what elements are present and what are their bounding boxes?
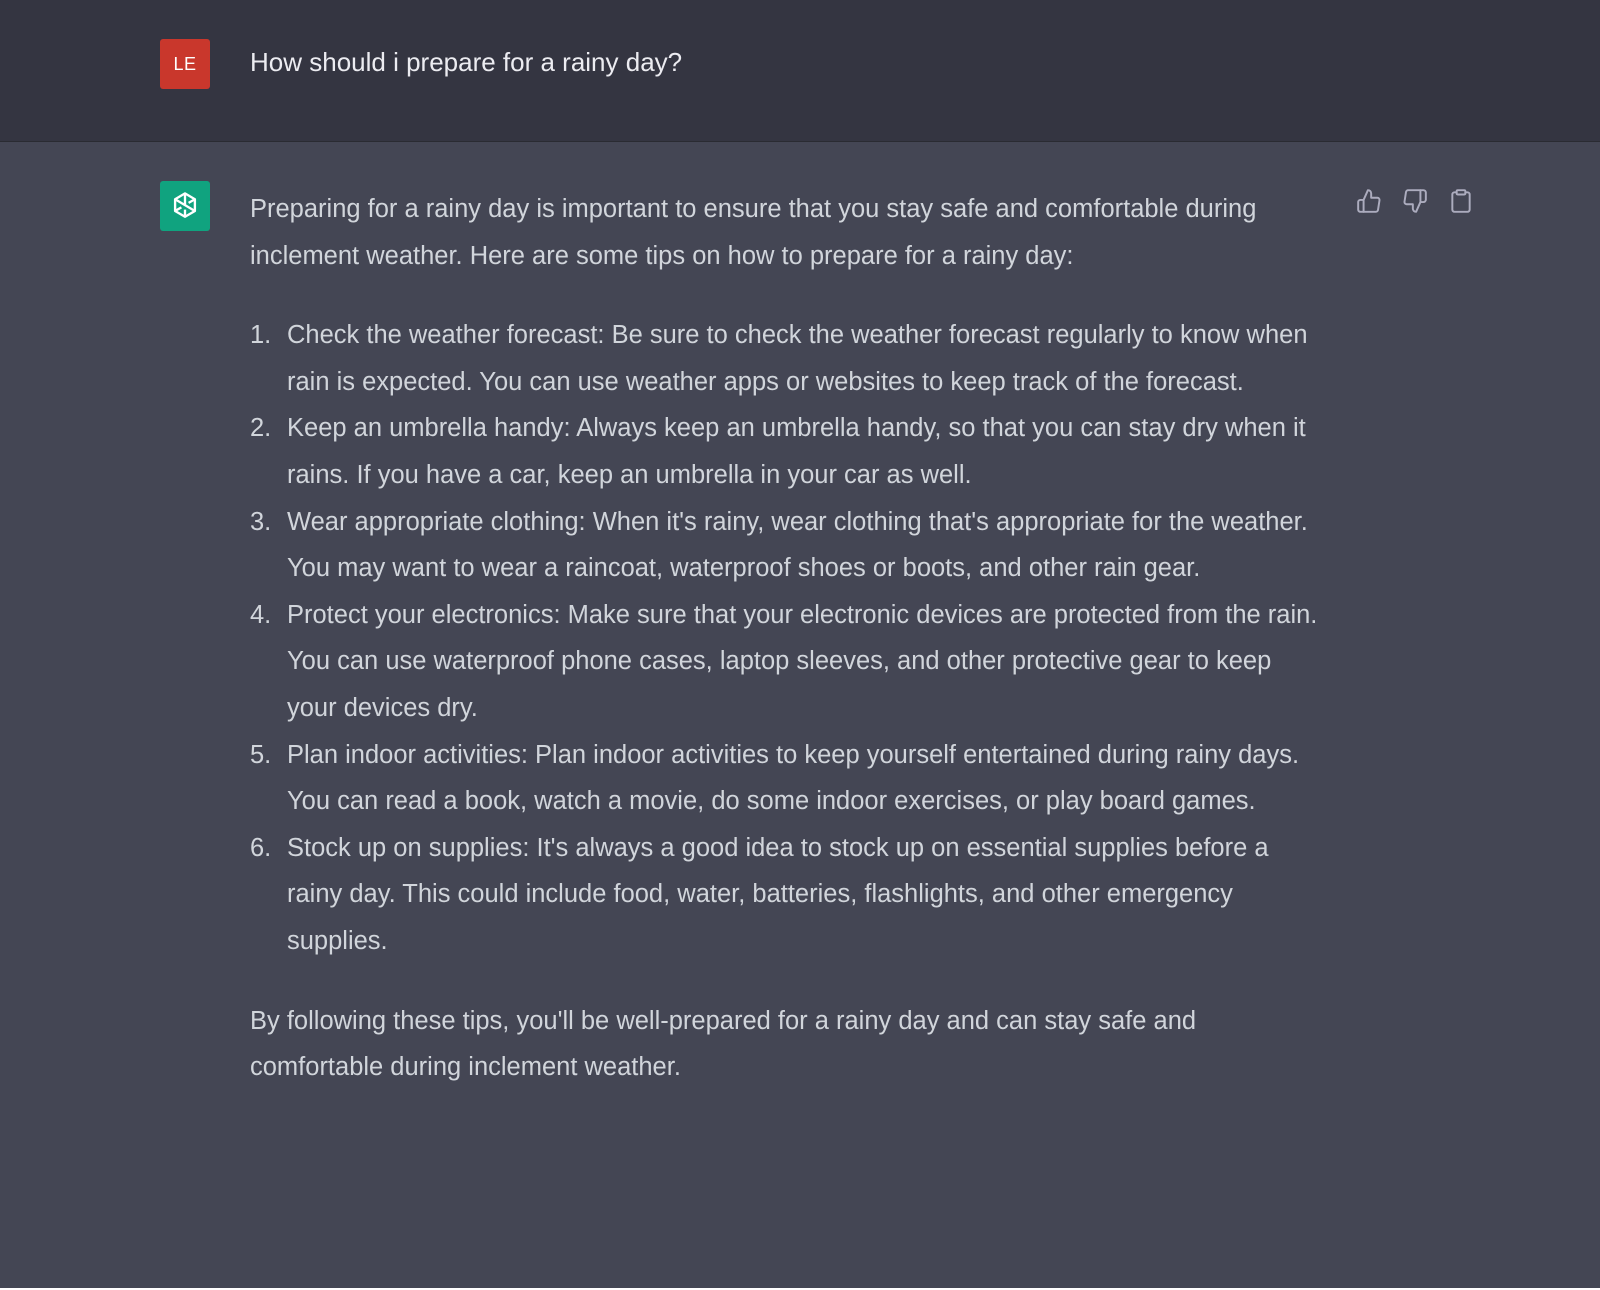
assistant-message-row: Preparing for a rainy day is important t… <box>0 142 1600 1288</box>
list-item: 3. Wear appropriate clothing: When it's r… <box>250 499 1325 592</box>
openai-logo-icon <box>173 192 197 218</box>
thumbs-down-button[interactable] <box>1401 186 1429 216</box>
tips-list: 1. Check the weather forecast: Be sure to… <box>250 312 1325 964</box>
list-item-number: 5. <box>250 740 272 769</box>
list-item: 6. Stock up on supplies: It's always a go… <box>250 825 1325 965</box>
list-item-text: Keep an umbrella handy: Always keep an u… <box>287 414 1306 489</box>
list-item-text: Check the weather forecast: Be sure to c… <box>287 321 1308 396</box>
thumbs-up-button[interactable] <box>1355 186 1383 216</box>
chat-page: LE How should i prepare for a rainy day?… <box>0 0 1600 1290</box>
list-item-text: Plan indoor activities: Plan indoor acti… <box>287 740 1300 816</box>
list-item-text: Stock up on supplies: It's always a good… <box>287 833 1269 955</box>
list-item-number: 2. <box>250 414 272 443</box>
clipboard-icon <box>1451 189 1471 213</box>
list-item-number: 1. <box>250 321 272 350</box>
message-actions <box>1355 186 1475 216</box>
list-item-number: 6. <box>250 833 272 862</box>
list-item-number: 4. <box>250 600 272 629</box>
list-item: 2. Keep an umbrella handy: Always keep an… <box>250 405 1325 498</box>
list-item-text: Wear appropriate clothing: When it's rai… <box>287 507 1308 583</box>
user-message-text: How should i prepare for a rainy day? <box>250 47 683 77</box>
list-item: 5. Plan indoor activities: Plan indoor ac… <box>250 732 1325 825</box>
user-avatar: LE <box>160 39 210 89</box>
list-item: 4. Protect your electronics: Make sure th… <box>250 592 1325 732</box>
list-item-text: Protect your electronics: Make sure that… <box>287 600 1318 722</box>
thumbs-down-icon <box>1403 189 1427 213</box>
assistant-answer: Preparing for a rainy day is important t… <box>250 186 1325 1091</box>
list-item: 1. Check the weather forecast: Be sure to… <box>250 312 1325 405</box>
answer-conclusion: By following these tips, you'll be well-… <box>250 1006 1197 1082</box>
copy-button[interactable] <box>1447 186 1475 216</box>
thumbs-up-icon <box>1357 189 1381 213</box>
user-avatar-initials: LE <box>173 53 197 74</box>
assistant-avatar <box>160 181 210 231</box>
list-item-number: 3. <box>250 507 272 536</box>
user-message-row: LE How should i prepare for a rainy day? <box>0 0 1600 142</box>
answer-intro: Preparing for a rainy day is important t… <box>250 195 1257 270</box>
